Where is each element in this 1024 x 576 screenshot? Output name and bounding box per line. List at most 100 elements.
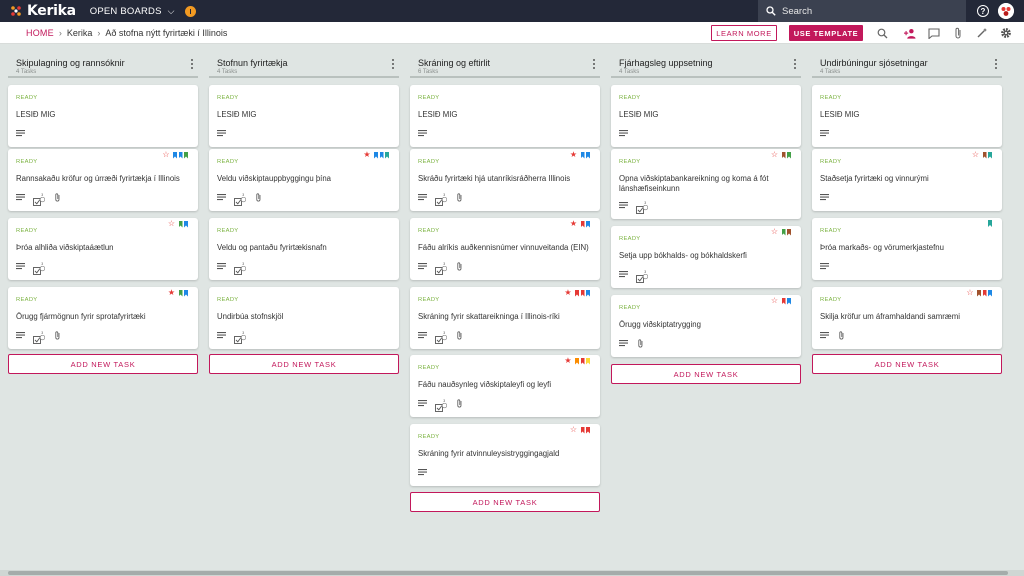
- chat-icon[interactable]: [928, 27, 940, 39]
- task-card[interactable]: READY LESIÐ MIG: [8, 85, 198, 147]
- card-flags: ★: [363, 151, 389, 159]
- task-card[interactable]: READY Þróa markaðs- og vörumerkjastefnu: [812, 218, 1002, 280]
- task-card[interactable]: READY LESIÐ MIG: [611, 85, 801, 147]
- task-card[interactable]: ☆ READY Skilja kröfur um áframhaldandi s…: [812, 287, 1002, 349]
- card-icons: [820, 331, 854, 340]
- attachment-icon: [55, 193, 60, 202]
- learn-more-button[interactable]: LEARN MORE: [711, 25, 777, 41]
- column-title: Skráning og eftirlit: [418, 58, 491, 68]
- attachment-icon: [457, 399, 462, 408]
- add-new-task-button[interactable]: ADD NEW TASK: [8, 354, 198, 374]
- card-icons: 3: [418, 193, 472, 206]
- star-outline-icon[interactable]: ☆: [771, 228, 778, 236]
- card-flags: ☆: [771, 297, 791, 305]
- card-flags: ☆: [168, 220, 188, 228]
- search-icon[interactable]: [876, 27, 888, 39]
- column-menu-icon[interactable]: [389, 58, 397, 70]
- help-icon[interactable]: ?: [977, 5, 989, 17]
- card-status: READY: [217, 297, 239, 303]
- card-icons: [619, 129, 636, 138]
- task-card[interactable]: READY Undirbúa stofnskjöl 3: [209, 287, 399, 349]
- task-card[interactable]: ☆ READY Þróa alhliða viðskiptaáætlun 3: [8, 218, 198, 280]
- open-boards-menu[interactable]: OPEN BOARDS ⌵: [90, 6, 175, 17]
- add-new-task-button[interactable]: ADD NEW TASK: [410, 492, 600, 512]
- star-filled-icon[interactable]: ★: [564, 289, 571, 297]
- card-title: Skráðu fyrirtæki hjá utanríkisráðherra I…: [418, 174, 571, 183]
- kerika-logo[interactable]: Kerika: [10, 3, 76, 19]
- task-card[interactable]: ★ READY Fáðu alríkis auðkennisnúmer vinn…: [410, 218, 600, 280]
- star-filled-icon[interactable]: ★: [168, 289, 175, 297]
- scrollbar-thumb[interactable]: [8, 571, 1008, 575]
- task-card[interactable]: READY LESIÐ MIG: [812, 85, 1002, 147]
- star-outline-icon[interactable]: ☆: [771, 297, 778, 305]
- task-card[interactable]: ★ READY Fáðu nauðsynleg viðskiptaleyfi o…: [410, 355, 600, 417]
- star-filled-icon[interactable]: ★: [570, 220, 577, 228]
- star-outline-icon[interactable]: ☆: [966, 289, 973, 297]
- column-menu-icon[interactable]: [791, 58, 799, 70]
- checklist-count: 3: [41, 193, 44, 197]
- breadcrumb-home[interactable]: HOME: [26, 28, 54, 38]
- avatar[interactable]: [998, 3, 1014, 19]
- search-icon: [766, 6, 776, 16]
- settings-wand-icon[interactable]: [976, 27, 988, 39]
- task-card[interactable]: ★ READY Örugg fjármögnun fyrir sprotafyr…: [8, 287, 198, 349]
- tag-bookmark-icon: [575, 289, 579, 297]
- column-menu-icon[interactable]: [188, 58, 196, 70]
- column-header[interactable]: Skipulagning og rannsóknir 4 Tasks: [8, 52, 198, 78]
- tag-bookmark-icon: [379, 151, 384, 159]
- task-card[interactable]: ☆ READY Setja upp bókhalds- og bókhaldsk…: [611, 226, 801, 288]
- tag-bookmark-icon: [787, 297, 791, 305]
- column-menu-icon[interactable]: [590, 58, 598, 70]
- description-icon: [418, 469, 427, 476]
- card-flags: ☆: [966, 289, 992, 297]
- breadcrumb-account[interactable]: Kerika: [67, 28, 93, 38]
- tag-bookmark-icon: [988, 220, 992, 227]
- board-column: Skráning og eftirlit 6 Tasks READY LESIÐ…: [410, 52, 600, 512]
- task-card[interactable]: ★ READY Skráning fyrir skattareikninga í…: [410, 287, 600, 349]
- add-person-icon[interactable]: [904, 27, 916, 39]
- star-outline-icon[interactable]: ☆: [771, 151, 778, 159]
- card-icons: [418, 129, 435, 138]
- task-card[interactable]: READY LESIÐ MIG: [209, 85, 399, 147]
- card-title: Þróa alhliða viðskiptaáætlun: [16, 243, 114, 252]
- task-card[interactable]: ★ READY Skráðu fyrirtæki hjá utanríkisrá…: [410, 149, 600, 211]
- checklist-count: 3: [242, 262, 245, 266]
- star-outline-icon[interactable]: ☆: [972, 151, 979, 159]
- star-filled-icon[interactable]: ★: [363, 151, 370, 159]
- star-outline-icon[interactable]: ☆: [168, 220, 175, 228]
- horizontal-scrollbar[interactable]: [0, 570, 1024, 576]
- breadcrumb-bar: HOME › Kerika › Að stofna nýtt fyrirtæki…: [0, 22, 1024, 44]
- column-menu-icon[interactable]: [992, 58, 1000, 70]
- star-outline-icon[interactable]: ☆: [570, 426, 577, 434]
- search-input[interactable]: Search: [758, 0, 966, 22]
- task-card[interactable]: ☆ READY Opna viðskiptabankareikning og k…: [611, 149, 801, 219]
- star-filled-icon[interactable]: ★: [570, 151, 577, 159]
- card-status: READY: [619, 95, 641, 101]
- card-flags: ☆: [771, 228, 791, 236]
- add-new-task-button[interactable]: ADD NEW TASK: [611, 364, 801, 384]
- star-filled-icon[interactable]: ★: [564, 357, 571, 365]
- column-header[interactable]: Skráning og eftirlit 6 Tasks: [410, 52, 600, 78]
- column-header[interactable]: Fjárhagsleg uppsetning 4 Tasks: [611, 52, 801, 78]
- task-card[interactable]: ☆ READY Rannsakaðu kröfur og úrræði fyri…: [8, 149, 198, 211]
- gear-icon[interactable]: [1000, 27, 1012, 39]
- task-card[interactable]: READY Veldu og pantaðu fyrirtækisnafn 3: [209, 218, 399, 280]
- column-header[interactable]: Stofnun fyrirtækja 4 Tasks: [209, 52, 399, 78]
- task-card[interactable]: ☆ READY Örugg viðskiptatrygging: [611, 295, 801, 357]
- use-template-button[interactable]: USE TEMPLATE: [789, 25, 863, 41]
- tag-bookmark-icon: [781, 151, 786, 159]
- card-title: LESIÐ MIG: [418, 110, 458, 119]
- task-card[interactable]: READY LESIÐ MIG: [410, 85, 600, 147]
- notification-icon[interactable]: [184, 5, 196, 17]
- task-card[interactable]: ☆ READY Staðsetja fyrirtæki og vinnurými: [812, 149, 1002, 211]
- attachment-icon[interactable]: [952, 27, 964, 39]
- card-status: READY: [820, 228, 842, 234]
- task-card[interactable]: ☆ READY Skráning fyrir atvinnuleysistryg…: [410, 424, 600, 486]
- description-icon: [619, 130, 628, 137]
- star-outline-icon[interactable]: ☆: [162, 151, 169, 159]
- attachment-icon: [55, 331, 60, 340]
- add-new-task-button[interactable]: ADD NEW TASK: [812, 354, 1002, 374]
- column-header[interactable]: Undirbúningur sjósetningar 4 Tasks: [812, 52, 1002, 78]
- add-new-task-button[interactable]: ADD NEW TASK: [209, 354, 399, 374]
- task-card[interactable]: ★ READY Veldu viðskiptauppbyggingu þína …: [209, 149, 399, 211]
